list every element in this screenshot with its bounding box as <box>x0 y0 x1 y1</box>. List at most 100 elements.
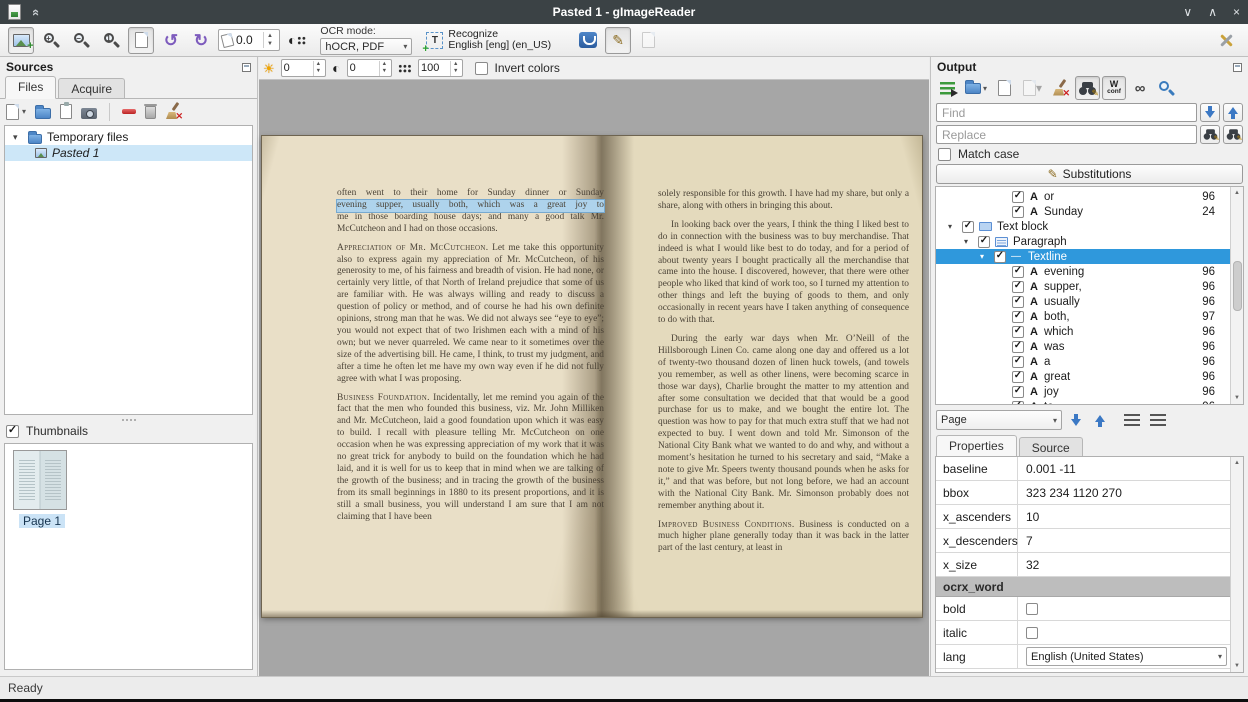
next-item-button[interactable] <box>1066 411 1086 430</box>
tab-source[interactable]: Source <box>1019 437 1083 457</box>
expander-icon[interactable]: ▾ <box>13 132 23 143</box>
resolution-spinbox[interactable]: 100 ▲▼ <box>418 59 463 77</box>
scroll-down-icon[interactable]: ▼ <box>1234 392 1240 404</box>
clear-sources-icon[interactable]: ✕ <box>165 103 182 120</box>
scanned-book-image[interactable]: often went to their home for Sunday dinn… <box>262 136 922 617</box>
scroll-up-icon[interactable]: ▲ <box>1234 187 1240 199</box>
input-settings-button[interactable] <box>575 27 601 54</box>
item-checkbox[interactable]: ✓ <box>1012 296 1024 308</box>
find-prev-button[interactable] <box>1223 103 1243 122</box>
item-checkbox[interactable]: ✓ <box>1012 401 1024 406</box>
thumbnails-checkbox[interactable]: ✓ <box>6 425 19 438</box>
rotation-spinbox[interactable]: 0.0 ▲▼ <box>218 29 280 51</box>
find-document-button[interactable]: ▾ <box>1019 76 1046 100</box>
replace-button[interactable]: ✎ <box>1200 125 1220 144</box>
hocr-tree-row[interactable]: ✓Aa96 <box>936 354 1243 369</box>
item-checkbox[interactable]: ✓ <box>1012 341 1024 353</box>
edit-output-toggle[interactable]: ✎ <box>605 27 631 54</box>
expander-icon[interactable]: ▾ <box>964 237 973 246</box>
tree-item-pasted-1[interactable]: Pasted 1 <box>5 145 252 161</box>
expand-all-button[interactable] <box>1150 414 1166 426</box>
hocr-tree-row[interactable]: ▾✓Paragraph <box>936 234 1243 249</box>
selected-textline-highlight[interactable]: evening supper, usually both, which was … <box>337 200 604 212</box>
expander-icon[interactable]: ▾ <box>980 252 989 261</box>
screenshot-icon[interactable] <box>81 108 97 119</box>
brightness-spinbox[interactable]: 0 ▲▼ <box>281 59 326 77</box>
zoom-original-button[interactable]: 1 <box>98 27 124 54</box>
properties-scrollbar[interactable]: ▲ ▼ <box>1230 457 1243 672</box>
rotation-spinner[interactable]: ▲▼ <box>263 32 276 48</box>
contrast-spinbox[interactable]: 0 ▲▼ <box>347 59 392 77</box>
hocr-tree-row[interactable]: ✓Aor96 <box>936 189 1243 204</box>
hocr-tree-row[interactable]: ✓Ato96 <box>936 399 1243 405</box>
match-case-checkbox[interactable] <box>938 148 951 161</box>
hocr-tree-row[interactable]: ✓Aboth,97 <box>936 309 1243 324</box>
property-row[interactable]: bbox323 234 1120 270 <box>936 481 1243 505</box>
item-checkbox[interactable]: ✓ <box>1012 191 1024 203</box>
recognize-button[interactable]: T Recognize English [eng] (en_US) <box>420 27 557 53</box>
maximize-button[interactable]: ∧ <box>1208 5 1217 19</box>
tab-properties[interactable]: Properties <box>936 435 1017 458</box>
hocr-tree-row[interactable]: ✓Ausually96 <box>936 294 1243 309</box>
zoom-selection-button[interactable] <box>1154 76 1179 100</box>
clear-output-button[interactable]: ✕ <box>1048 76 1073 100</box>
prev-item-button[interactable] <box>1090 411 1110 430</box>
add-file-icon[interactable] <box>6 104 19 120</box>
thumbnail-label[interactable]: Page 1 <box>19 514 65 528</box>
hocr-tree-row[interactable]: ✓Agreat96 <box>936 369 1243 384</box>
scroll-up-icon[interactable]: ▲ <box>1234 457 1240 469</box>
ocr-mode-select[interactable]: hOCR, PDF▾ <box>320 38 412 55</box>
find-input[interactable] <box>936 103 1197 122</box>
item-checkbox[interactable]: ✓ <box>1012 386 1024 398</box>
item-checkbox[interactable]: ✓ <box>994 251 1006 263</box>
minimize-button[interactable]: ∨ <box>1183 5 1192 19</box>
property-row[interactable]: x_descenders7 <box>936 529 1243 553</box>
item-checkbox[interactable]: ✓ <box>1012 356 1024 368</box>
new-output-button[interactable] <box>635 27 661 54</box>
item-checkbox[interactable]: ✓ <box>1012 311 1024 323</box>
tab-files[interactable]: Files <box>5 76 56 99</box>
open-hocr-button[interactable] <box>935 76 959 100</box>
hocr-tree-row[interactable]: ▾✓Text block <box>936 219 1243 234</box>
viewer-canvas[interactable]: often went to their home for Sunday dinn… <box>259 80 929 676</box>
preview-toggle[interactable]: ∞ <box>1128 76 1152 100</box>
item-checkbox[interactable]: ✓ <box>978 236 990 248</box>
hocr-tree-row[interactable]: ✓Asupper,96 <box>936 279 1243 294</box>
property-row[interactable]: x_size32 <box>936 553 1243 577</box>
detach-output-icon[interactable] <box>1233 63 1242 72</box>
save-output-button[interactable]: ▾ <box>961 76 991 100</box>
property-row[interactable]: italic <box>936 621 1243 645</box>
find-next-button[interactable] <box>1200 103 1220 122</box>
property-row[interactable]: baseline0.001 -11 <box>936 457 1243 481</box>
invert-colors-checkbox[interactable] <box>475 62 488 75</box>
paste-icon[interactable] <box>60 104 72 119</box>
item-checkbox[interactable]: ✓ <box>1012 266 1024 278</box>
item-checkbox[interactable]: ✓ <box>1012 206 1024 218</box>
add-file-dropdown-icon[interactable]: ▾ <box>22 107 26 116</box>
scrollbar-thumb[interactable] <box>1233 261 1242 311</box>
item-checkbox[interactable]: ✓ <box>1012 281 1024 293</box>
property-select[interactable]: English (United States)▾ <box>1026 647 1227 666</box>
find-replace-toggle[interactable]: ✎ <box>1075 76 1100 100</box>
hocr-tree-row[interactable]: ✓Ajoy96 <box>936 384 1243 399</box>
tree-item-temporary-files[interactable]: ▾ Temporary files <box>5 129 252 145</box>
export-button[interactable]: ✎ <box>993 76 1017 100</box>
zoom-out-button[interactable]: − <box>68 27 94 54</box>
zoom-fit-toggle[interactable] <box>128 27 154 54</box>
settings-button[interactable] <box>1213 27 1240 54</box>
page-thumbnail[interactable] <box>13 450 67 510</box>
show-sources-toggle[interactable] <box>8 27 34 54</box>
delete-source-icon[interactable] <box>145 106 156 119</box>
item-checkbox[interactable]: ✓ <box>962 221 974 233</box>
property-row[interactable]: bold <box>936 597 1243 621</box>
close-button[interactable]: × <box>1233 5 1240 19</box>
hocr-tree-row[interactable]: ✓Aevening96 <box>936 264 1243 279</box>
collapse-all-button[interactable] <box>1124 414 1140 426</box>
hocr-tree-row[interactable]: ✓Awas96 <box>936 339 1243 354</box>
expander-icon[interactable]: ▾ <box>948 222 957 231</box>
zoom-in-button[interactable]: + <box>38 27 64 54</box>
property-checkbox[interactable] <box>1026 627 1038 639</box>
property-checkbox[interactable] <box>1026 603 1038 615</box>
open-folder-icon[interactable] <box>35 108 51 119</box>
replace-all-button[interactable]: ✎ <box>1223 125 1243 144</box>
